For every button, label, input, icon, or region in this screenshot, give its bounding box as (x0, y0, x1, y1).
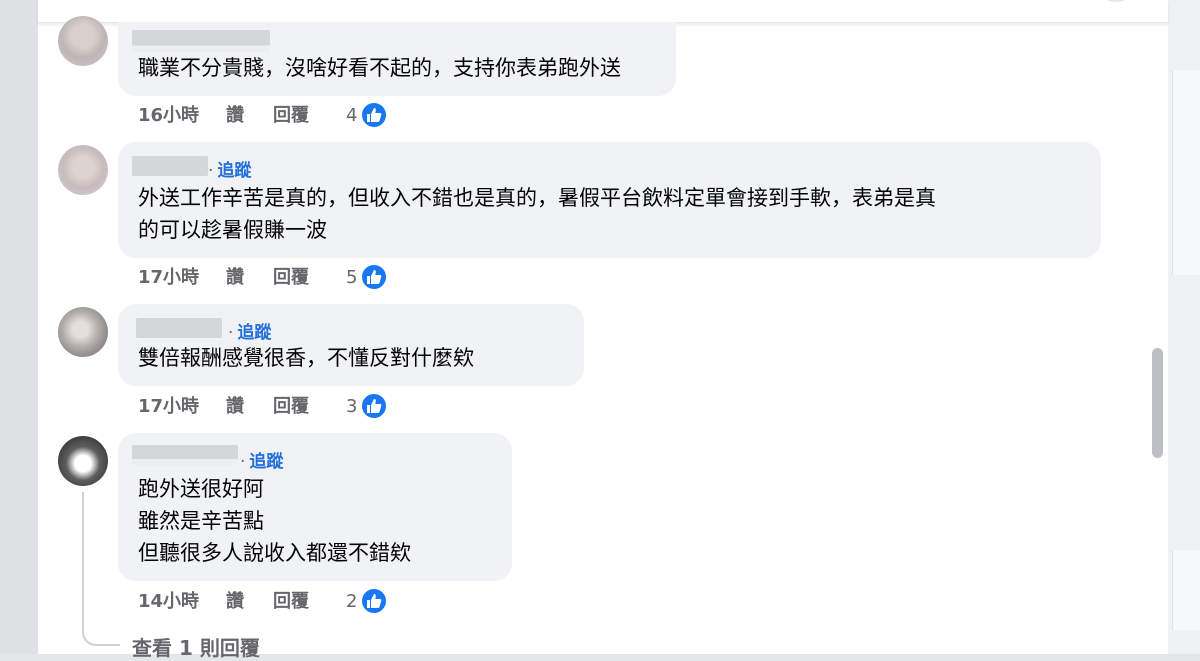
comment-text-line: 但聽很多人說收入都還不錯欸 (138, 541, 411, 565)
background-page-left (0, 0, 38, 654)
author-name[interactable] (132, 156, 208, 176)
like-button[interactable]: 讚 (226, 101, 244, 131)
close-icon[interactable] (1096, 0, 1136, 2)
avatar[interactable] (58, 145, 108, 195)
comment-bubble: · 追蹤 外送工作辛苦是真的，但收入不錯也是真的，暑假平台飲料定單會接到手軟，表弟… (118, 142, 1101, 258)
dialog-header (38, 0, 1168, 23)
like-thumb-icon[interactable] (360, 587, 388, 615)
comment-bubble: · 追蹤 雙倍報酬感覺很香，不懂反對什麼欸 (118, 304, 584, 386)
comment-text-line: 跑外送很好阿 (138, 477, 264, 501)
reaction-count[interactable]: 3 (346, 392, 357, 422)
reaction-count[interactable]: 2 (346, 587, 357, 617)
author-name[interactable] (132, 445, 238, 465)
scrollbar-track[interactable] (1150, 30, 1164, 650)
like-thumb-icon[interactable] (360, 263, 388, 291)
reply-button[interactable]: 回覆 (273, 101, 309, 131)
comment-time[interactable]: 17小時 (138, 263, 199, 293)
background-right-card (1172, 70, 1200, 275)
comment-text-line: 的可以趁暑假賺一波 (138, 218, 327, 242)
comment-time[interactable]: 16小時 (138, 101, 199, 131)
comment-text-line: 職業不分貴賤，沒啥好看不起的，支持你表弟跑外送 (138, 56, 621, 80)
avatar[interactable] (58, 436, 108, 486)
comment-text-line: 外送工作辛苦是真的，但收入不錯也是真的，暑假平台飲料定單會接到手軟，表弟是真 (138, 186, 936, 210)
comment-bubble: · 追蹤 跑外送很好阿 雖然是辛苦點 但聽很多人說收入都還不錯欸 (118, 433, 512, 581)
reply-button[interactable]: 回覆 (273, 587, 309, 617)
comment-text-line: 雖然是辛苦點 (138, 509, 264, 533)
comment-time[interactable]: 14小時 (138, 587, 199, 617)
follow-link[interactable]: · 追蹤 (240, 447, 283, 472)
comment-bubble: 職業不分貴賤，沒啥好看不起的，支持你表弟跑外送 (118, 22, 676, 96)
like-thumb-icon[interactable] (360, 101, 388, 129)
follow-link[interactable]: · 追蹤 (228, 318, 271, 343)
background-right-card-2 (1172, 550, 1200, 630)
reply-button[interactable]: 回覆 (273, 392, 309, 422)
follow-link[interactable]: · 追蹤 (208, 156, 251, 181)
like-thumb-icon[interactable] (360, 392, 388, 420)
like-button[interactable]: 讚 (226, 392, 244, 422)
like-button[interactable]: 讚 (226, 587, 244, 617)
reaction-count[interactable]: 5 (346, 263, 357, 293)
reaction-count[interactable]: 4 (346, 101, 357, 131)
scrollbar-thumb[interactable] (1152, 348, 1163, 458)
author-name[interactable] (132, 30, 270, 52)
like-button[interactable]: 讚 (226, 263, 244, 293)
avatar[interactable] (58, 307, 108, 357)
comment-text-line: 雙倍報酬感覺很香，不懂反對什麼欸 (138, 346, 474, 370)
reply-button[interactable]: 回覆 (273, 263, 309, 293)
comment-time[interactable]: 17小時 (138, 392, 199, 422)
reply-thread-curve (82, 620, 120, 646)
reply-thread-line (82, 492, 84, 634)
comments-dialog: 職業不分貴賤，沒啥好看不起的，支持你表弟跑外送 16小時 讚 回覆 4 · 追蹤 … (38, 0, 1168, 660)
author-name[interactable] (136, 318, 222, 338)
avatar[interactable] (58, 16, 108, 66)
view-replies-link[interactable]: 查看 1 則回覆 (132, 632, 260, 661)
